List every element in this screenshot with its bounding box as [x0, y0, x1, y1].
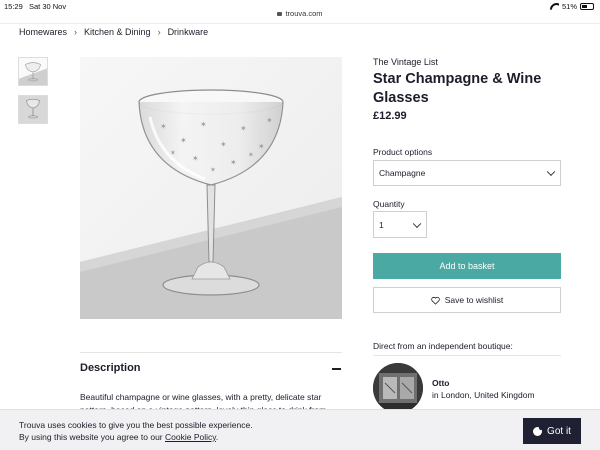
got-it-button[interactable]: Got it	[523, 418, 581, 444]
product-thumbnail-1[interactable]	[18, 57, 48, 86]
svg-text:✶: ✶	[192, 154, 199, 163]
breadcrumb-kitchen-dining[interactable]: Kitchen & Dining	[84, 27, 151, 37]
svg-text:✶: ✶	[200, 120, 207, 129]
svg-text:✶: ✶	[180, 136, 187, 145]
cookie-agreement-end: .	[215, 432, 219, 442]
breadcrumb: Homewares › Kitchen & Dining › Drinkware	[19, 27, 208, 37]
description-heading[interactable]: Description	[80, 362, 141, 374]
battery-icon	[580, 3, 594, 10]
svg-text:✶: ✶	[160, 122, 167, 131]
breadcrumb-homewares[interactable]: Homewares	[19, 27, 67, 37]
cookie-banner: Trouva uses cookies to give you the best…	[0, 409, 600, 450]
vendor-name[interactable]: The Vintage List	[373, 57, 438, 67]
quantity-label: Quantity	[373, 199, 405, 209]
chevron-right-icon: ›	[157, 27, 161, 37]
add-to-basket-button[interactable]: Add to basket	[373, 253, 561, 279]
product-price: £12.99	[373, 110, 407, 122]
svg-text:✶: ✶	[266, 116, 273, 125]
svg-text:✶: ✶	[248, 151, 254, 159]
product-main-image[interactable]: ✶ ✶ ✶ ✶ ✶ ✶ ✶ ✶ ✶ ✶ ✶ ✶	[80, 57, 342, 319]
cookie-policy-link[interactable]: Cookie Policy	[165, 432, 216, 442]
lock-icon	[277, 12, 283, 16]
wifi-icon	[550, 3, 559, 10]
boutique-divider	[373, 355, 561, 356]
chevron-right-icon: ›	[74, 27, 78, 37]
heart-icon	[430, 296, 440, 305]
boutique-avatar[interactable]	[373, 363, 423, 413]
champagne-glass-image: ✶ ✶ ✶ ✶ ✶ ✶ ✶ ✶ ✶ ✶ ✶ ✶	[80, 57, 342, 319]
product-title: Star Champagne & Wine Glasses	[373, 71, 542, 106]
chevron-down-icon	[412, 219, 422, 228]
svg-text:✶: ✶	[230, 158, 237, 167]
address-bar[interactable]: trouva.com	[0, 9, 600, 18]
address-url: trouva.com	[285, 9, 323, 18]
battery-percent: 51%	[561, 2, 577, 11]
svg-text:✶: ✶	[170, 149, 176, 157]
battery-fill	[582, 5, 588, 8]
quantity-value: 1	[379, 219, 384, 230]
chevron-down-icon	[546, 167, 556, 177]
boutique-name[interactable]: Otto	[432, 378, 449, 388]
status-bar: 15:29 Sat 30 Nov trouva.com 51%	[0, 0, 600, 18]
svg-text:✶: ✶	[220, 140, 227, 149]
product-options-select[interactable]: Champagne	[373, 160, 561, 186]
svg-text:✶: ✶	[210, 166, 216, 174]
glass-thumbnail-image	[25, 62, 41, 82]
got-it-label: Got it	[547, 425, 571, 437]
description-divider	[80, 352, 342, 353]
cookie-agreement: By using this website you agree to our C…	[19, 432, 218, 442]
product-options-label: Product options	[373, 147, 433, 157]
product-options-value: Champagne	[379, 168, 426, 178]
boutique-location: in London, United Kingdom	[432, 390, 535, 400]
svg-text:✶: ✶	[258, 142, 265, 151]
quantity-select[interactable]: 1	[373, 211, 427, 238]
save-to-wishlist-button[interactable]: Save to wishlist	[373, 287, 561, 313]
glass-thumbnail-image	[26, 98, 40, 119]
cookie-agreement-text: By using this website you agree to our	[19, 432, 165, 442]
cookie-icon	[533, 425, 544, 436]
boutique-photo	[373, 363, 423, 413]
save-to-wishlist-label: Save to wishlist	[444, 295, 504, 305]
breadcrumb-drinkware[interactable]: Drinkware	[168, 27, 209, 37]
header-divider	[0, 23, 600, 24]
minus-icon[interactable]	[332, 368, 341, 370]
boutique-intro: Direct from an independent boutique:	[373, 341, 513, 351]
product-thumbnail-2[interactable]	[18, 95, 48, 124]
cookie-message: Trouva uses cookies to give you the best…	[19, 420, 253, 430]
svg-text:✶: ✶	[240, 124, 247, 133]
